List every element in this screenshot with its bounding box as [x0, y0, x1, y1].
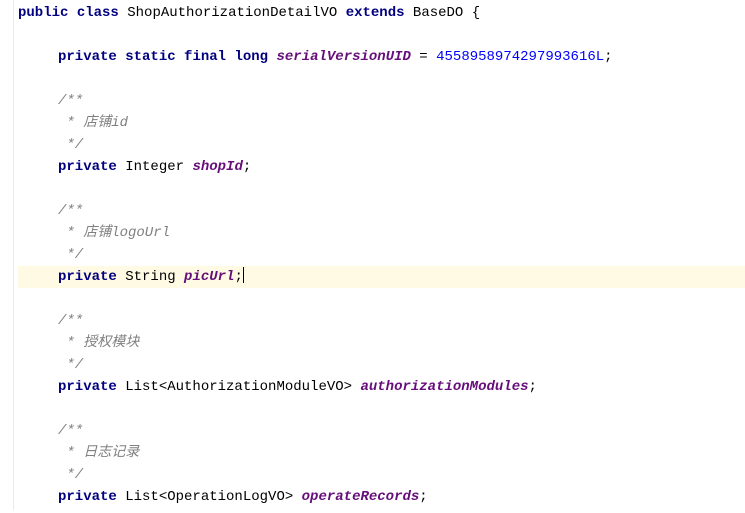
keyword-private: private [58, 269, 117, 285]
text-caret [243, 267, 244, 283]
field-authorizationmodules: authorizationModules [360, 379, 528, 395]
semicolon: ; [243, 159, 251, 175]
comment-line[interactable]: */ [18, 244, 745, 266]
equals-sign: = [411, 49, 436, 65]
keyword-private: private [58, 159, 117, 175]
javadoc-body: * 店铺id [58, 115, 128, 131]
blank-line[interactable] [18, 288, 745, 310]
blank-line[interactable] [18, 68, 745, 90]
type-name: List<OperationLogVO> [125, 489, 293, 505]
comment-line[interactable]: /** [18, 200, 745, 222]
keyword-static: static [125, 49, 175, 65]
keyword-extends: extends [346, 5, 405, 21]
keyword-private: private [58, 49, 117, 65]
javadoc-open: /** [58, 423, 83, 439]
comment-line[interactable]: * 授权模块 [18, 332, 745, 354]
number-literal: 4558958974297993616L [436, 49, 604, 65]
code-line[interactable]: private List<AuthorizationModuleVO> auth… [18, 376, 745, 398]
comment-line[interactable]: /** [18, 420, 745, 442]
type-name: List<AuthorizationModuleVO> [125, 379, 352, 395]
javadoc-close: */ [58, 357, 83, 373]
javadoc-open: /** [58, 93, 83, 109]
blank-line[interactable] [18, 178, 745, 200]
blank-line[interactable] [18, 24, 745, 46]
javadoc-body: * 店铺logoUrl [58, 225, 170, 241]
javadoc-close: */ [58, 467, 83, 483]
comment-line[interactable]: /** [18, 310, 745, 332]
comment-line[interactable]: * 日志记录 [18, 442, 745, 464]
keyword-final: final [184, 49, 226, 65]
field-operaterecords: operateRecords [302, 489, 420, 505]
base-class-name: BaseDO [413, 5, 463, 21]
javadoc-close: */ [58, 247, 83, 263]
field-picurl: picUrl [184, 269, 234, 285]
javadoc-open: /** [58, 203, 83, 219]
javadoc-close: */ [58, 137, 83, 153]
semicolon: ; [419, 489, 427, 505]
editor-gutter [0, 0, 14, 510]
code-line[interactable]: private static final long serialVersionU… [18, 46, 745, 68]
field-serialversionuid: serialVersionUID [276, 49, 410, 65]
type-name: Integer [125, 159, 184, 175]
javadoc-body: * 授权模块 [58, 335, 139, 351]
code-line[interactable]: private List<OperationLogVO> operateReco… [18, 486, 745, 508]
keyword-private: private [58, 489, 117, 505]
comment-line[interactable]: /** [18, 90, 745, 112]
code-line-active[interactable]: private String picUrl; [18, 266, 745, 288]
keyword-public: public [18, 5, 68, 21]
blank-line[interactable] [18, 398, 745, 420]
code-line[interactable]: public class ShopAuthorizationDetailVO e… [18, 2, 745, 24]
code-line[interactable]: private Integer shopId; [18, 156, 745, 178]
semicolon: ; [234, 269, 242, 285]
field-shopid: shopId [192, 159, 242, 175]
comment-line[interactable]: */ [18, 464, 745, 486]
semicolon: ; [529, 379, 537, 395]
comment-line[interactable]: * 店铺id [18, 112, 745, 134]
type-name: String [125, 269, 175, 285]
comment-line[interactable]: */ [18, 354, 745, 376]
keyword-long: long [234, 49, 268, 65]
keyword-private: private [58, 379, 117, 395]
comment-line[interactable]: * 店铺logoUrl [18, 222, 745, 244]
open-brace: { [463, 5, 480, 21]
semicolon: ; [604, 49, 612, 65]
code-area[interactable]: public class ShopAuthorizationDetailVO e… [18, 2, 745, 508]
javadoc-open: /** [58, 313, 83, 329]
javadoc-body: * 日志记录 [58, 445, 139, 461]
code-editor[interactable]: public class ShopAuthorizationDetailVO e… [0, 0, 745, 510]
class-name: ShopAuthorizationDetailVO [127, 5, 337, 21]
comment-line[interactable]: */ [18, 134, 745, 156]
keyword-class: class [77, 5, 119, 21]
